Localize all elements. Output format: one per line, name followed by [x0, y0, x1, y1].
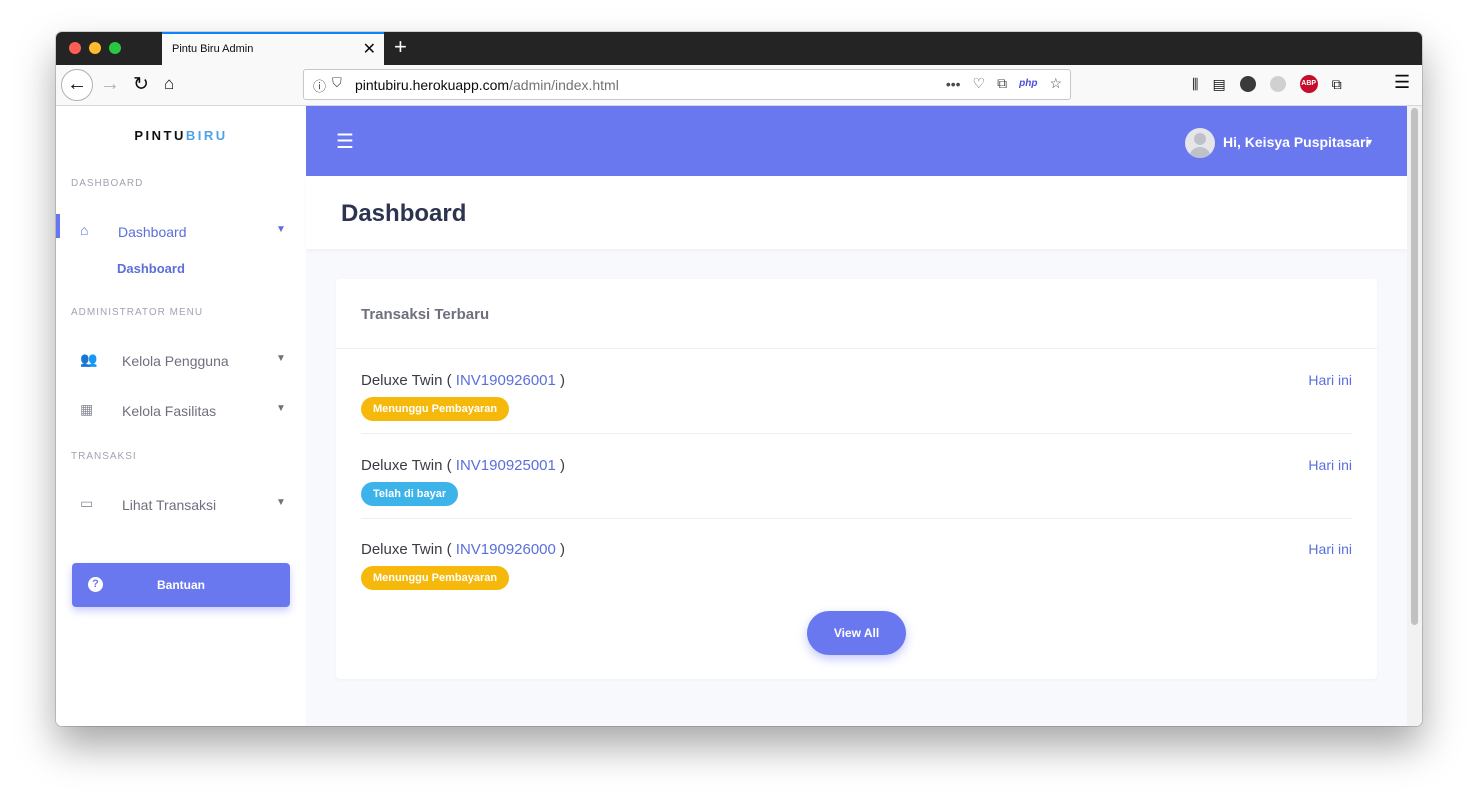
credit-card-icon: ▭ [80, 495, 94, 511]
tab-close-icon[interactable]: ✕ [363, 39, 376, 59]
sidebar-item-label: Dashboard [118, 224, 187, 240]
navigation-bar: ← → ↻ ⌂ ⓘ ⛉ pintubiru.herokuapp.com/admi… [56, 65, 1422, 106]
library-icon[interactable]: ⫼ [1192, 76, 1198, 93]
card-header: Transaksi Terbaru [336, 279, 1377, 349]
browser-window: Pintu Biru Admin ✕ + ← → ↻ ⌂ ⓘ ⛉ pintubi… [56, 32, 1422, 726]
chevron-down-icon: ▼ [276, 353, 286, 364]
tracking-shield-icon[interactable]: ⛉ [332, 75, 342, 91]
section-label-transaksi: TRANSAKSI [71, 451, 137, 462]
url-text[interactable]: pintubiru.herokuapp.com/admin/index.html [355, 77, 619, 93]
forward-arrow-icon[interactable]: → [100, 73, 120, 96]
brand-part1: PINTU [134, 128, 186, 143]
hamburger-menu-icon[interactable]: ☰ [336, 129, 354, 154]
url-path: /admin/index.html [509, 77, 619, 93]
sidebar-item-label: Kelola Fasilitas [122, 403, 217, 419]
help-button[interactable]: ? Bantuan [72, 563, 290, 607]
avatar[interactable] [1185, 128, 1215, 158]
recent-transactions-card: Transaksi Terbaru Deluxe Twin ( INV19092… [336, 279, 1377, 679]
sidebar-item-dashboard[interactable]: ⌂ Dashboard ▼ [56, 214, 306, 250]
help-button-label: Bantuan [157, 578, 205, 592]
sidebar-item-kelola-fasilitas[interactable]: ▦ Kelola Fasilitas ▼ [56, 393, 306, 429]
invoice-link[interactable]: INV190925001 [456, 457, 556, 474]
url-host: pintubiru.herokuapp.com [355, 77, 510, 93]
transaction-date: Hari ini [1308, 372, 1352, 388]
reload-icon[interactable]: ↻ [133, 73, 149, 96]
browser-menu-icon[interactable]: ☰ [1394, 72, 1410, 93]
active-indicator [56, 214, 60, 238]
toolbar-right: ⫼ ▤ ABP ⧉ [1192, 75, 1342, 93]
back-arrow-icon[interactable]: ← [61, 69, 93, 101]
minimize-window-button[interactable] [89, 42, 101, 54]
transaction-title: Deluxe Twin ( INV190926001 ) [361, 372, 566, 389]
user-menu-toggle[interactable]: Hi, Keisya Puspitasari [1223, 134, 1369, 150]
room-name: Deluxe Twin [361, 372, 443, 389]
card-title: Transaksi Terbaru [361, 306, 490, 323]
info-icon[interactable]: ⓘ [313, 76, 326, 95]
tab-title: Pintu Biru Admin [172, 43, 254, 55]
url-actions: ••• ♡ ⧉ php ☆ [946, 75, 1062, 92]
section-label-admin: ADMINISTRATOR MENU [71, 307, 204, 318]
view-all-button[interactable]: View All [807, 611, 906, 655]
brand-part2: BIRU [185, 128, 228, 143]
list-item: Deluxe Twin ( INV190925001 ) Hari ini Te… [361, 434, 1352, 519]
php-extension-icon[interactable]: php [1019, 78, 1037, 89]
close-window-button[interactable] [69, 42, 81, 54]
avatar-head [1194, 133, 1206, 145]
tab-bar: Pintu Biru Admin ✕ + [56, 32, 1422, 65]
transaction-date: Hari ini [1308, 457, 1352, 473]
new-tab-button[interactable]: + [394, 35, 407, 59]
container-icon[interactable]: ⧉ [1332, 76, 1342, 93]
chevron-down-icon: ▼ [276, 403, 286, 414]
brand-logo[interactable]: PINTUBIRU [56, 128, 306, 143]
extension-icon[interactable] [1239, 76, 1256, 92]
room-name: Deluxe Twin [361, 541, 443, 558]
page-title: Dashboard [341, 200, 467, 227]
transaction-title: Deluxe Twin ( INV190925001 ) [361, 457, 566, 474]
status-badge: Menunggu Pembayaran [361, 566, 510, 590]
status-badge: Telah di bayar [361, 482, 459, 506]
sidebar: PINTUBIRU DASHBOARD ⌂ Dashboard ▼ Dashbo… [56, 106, 306, 726]
home-icon: ⌂ [80, 222, 89, 238]
sidebar-item-lihat-transaksi[interactable]: ▭ Lihat Transaksi ▼ [56, 487, 306, 523]
sidebar-item-label: Kelola Pengguna [122, 353, 229, 369]
scrollbar-thumb[interactable] [1411, 108, 1418, 625]
sidebar-item-kelola-pengguna[interactable]: 👥 Kelola Pengguna ▼ [56, 343, 306, 379]
adblock-icon[interactable]: ABP [1299, 75, 1318, 93]
browser-tab[interactable]: Pintu Biru Admin ✕ [162, 32, 384, 65]
page-header: Dashboard [306, 176, 1407, 249]
maximize-window-button[interactable] [109, 42, 121, 54]
sidebar-item-label: Lihat Transaksi [122, 497, 217, 513]
section-label-dashboard: DASHBOARD [71, 178, 144, 189]
chevron-down-icon: ▼ [276, 224, 286, 235]
avatar-shoulders [1189, 147, 1211, 158]
caret-down-icon[interactable]: ▼ [1365, 137, 1374, 147]
page-content: PINTUBIRU DASHBOARD ⌂ Dashboard ▼ Dashbo… [56, 106, 1422, 726]
list-item: Deluxe Twin ( INV190926001 ) Hari ini Me… [361, 349, 1352, 434]
home-icon[interactable]: ⌂ [164, 74, 174, 94]
status-badge: Menunggu Pembayaran [361, 397, 510, 421]
top-header: ☰ Hi, Keisya Puspitasari ▼ [306, 106, 1407, 176]
scrollbar[interactable] [1407, 106, 1422, 726]
invoice-link[interactable]: INV190926000 [456, 541, 556, 558]
transaction-title: Deluxe Twin ( INV190926000 ) [361, 541, 566, 558]
submenu-dashboard[interactable]: Dashboard [117, 261, 185, 276]
bookmark-star-icon[interactable]: ☆ [1049, 75, 1062, 92]
page-actions-icon[interactable]: ••• [946, 76, 961, 92]
users-icon: 👥 [80, 351, 98, 367]
pocket-icon[interactable]: ♡ [973, 75, 986, 92]
list-item: Deluxe Twin ( INV190926000 ) Hari ini Me… [361, 518, 1352, 603]
screenshot-icon[interactable]: ⧉ [997, 75, 1007, 92]
globe-extension-icon[interactable] [1269, 76, 1286, 92]
url-bar[interactable]: ⓘ ⛉ pintubiru.herokuapp.com/admin/index.… [303, 69, 1071, 100]
chevron-down-icon: ▼ [276, 497, 286, 508]
sidebar-toggle-icon[interactable]: ▤ [1212, 76, 1225, 93]
room-name: Deluxe Twin [361, 457, 443, 474]
transaction-date: Hari ini [1308, 541, 1352, 557]
grid-icon: ▦ [80, 401, 94, 417]
invoice-link[interactable]: INV190926001 [456, 372, 556, 389]
